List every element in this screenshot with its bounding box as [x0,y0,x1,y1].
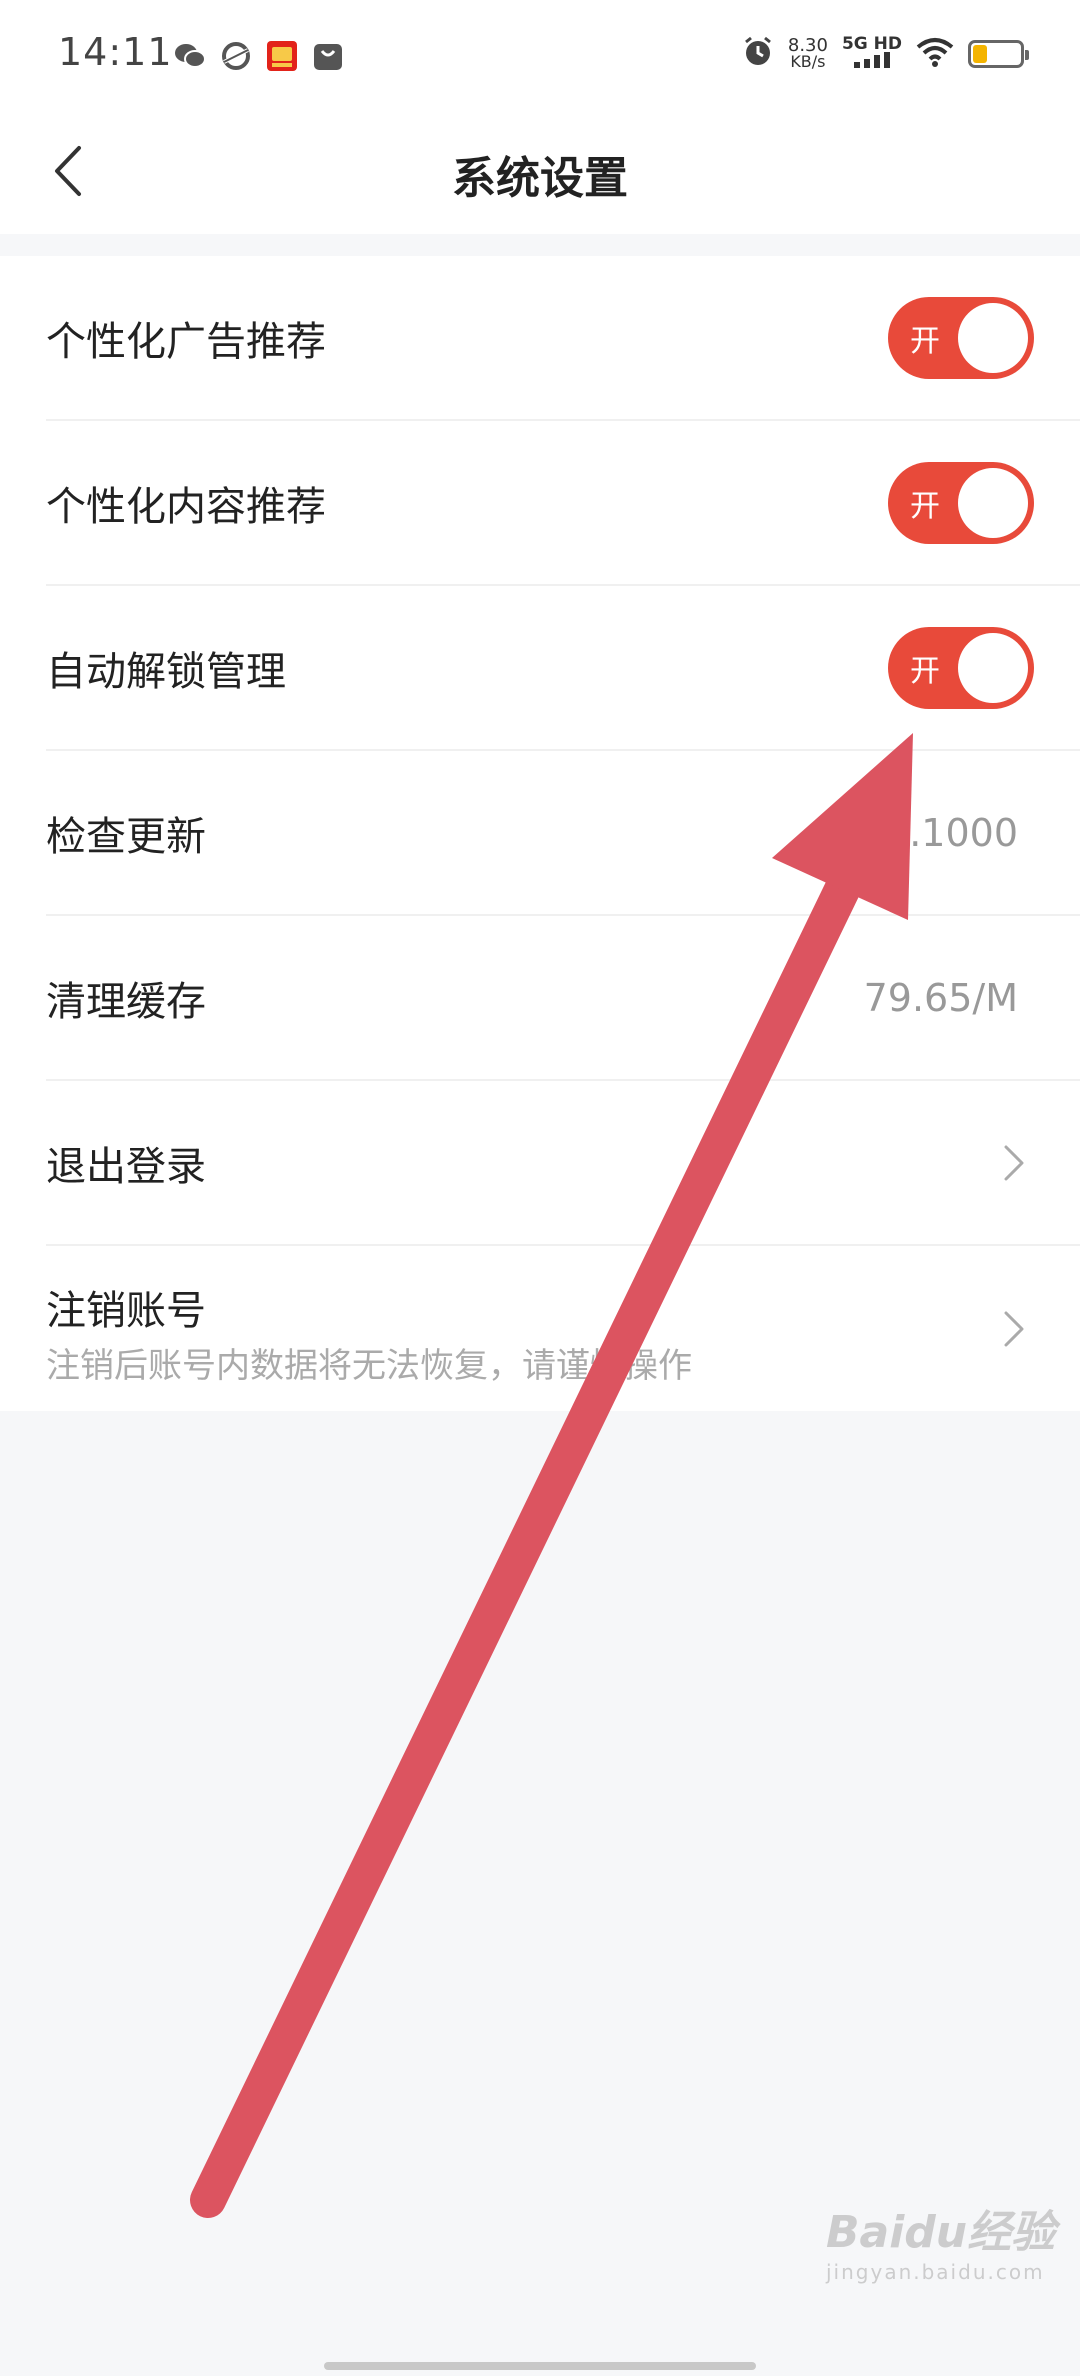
baidu-watermark: Baidu经验 jingyan.baidu.com [826,2196,1055,2284]
status-time: 14:11 [58,30,173,74]
setting-label: 自动解锁管理 [46,648,286,695]
setting-label: 个性化广告推荐 [46,318,326,365]
chevron-right-icon [1000,1309,1028,1349]
toggle-text: 开 [910,488,940,524]
watermark-main: Baidu经验 [826,2207,1056,2258]
alarm-icon [742,36,774,72]
signal-group: 5G HD [842,36,902,72]
setting-label: 个性化内容推荐 [46,483,326,530]
chevron-right-icon [1000,1143,1028,1183]
status-bar: 14:11 8.30 KB/s 5G HD [0,0,1080,112]
setting-logout[interactable]: 退出登录 [46,1081,1080,1246]
shopping-bag-icon [312,40,344,72]
wechat-icon [174,40,206,72]
setting-auto-unlock: 自动解锁管理 开 [46,586,1080,751]
watermark-sub: jingyan.baidu.com [826,2260,1045,2284]
network-type: 5G HD [841,34,902,54]
wifi-icon [916,37,954,71]
notification-icons [174,40,344,72]
auto-unlock-toggle[interactable]: 开 [888,626,1034,709]
page-title: 系统设置 [452,153,628,204]
content-recommend-toggle[interactable]: 开 [888,461,1034,544]
toggle-knob [958,302,1028,373]
browser-icon [220,40,252,72]
status-right: 8.30 KB/s 5G HD [742,36,1029,72]
setting-label: 检查更新 [46,813,206,860]
home-indicator[interactable] [324,2362,756,2370]
battery-icon [968,40,1029,68]
toggle-knob [958,632,1028,703]
signal-bars-icon [853,52,890,72]
settings-list: 个性化广告推荐 开 个性化内容推荐 开 自动解锁管理 开 检查更新 1.1000… [0,256,1080,1411]
setting-check-update[interactable]: 检查更新 1.1000 [46,751,1080,916]
setting-label: 注销账号 [46,1288,206,1334]
setting-delete-account[interactable]: 注销账号 注销后账号内数据将无法恢复，请谨慎操作 [46,1246,1080,1411]
setting-clear-cache[interactable]: 清理缓存 79.65/M [46,916,1080,1081]
net-speed-unit: KB/s [790,52,826,71]
taobao-icon [266,40,298,72]
setting-label: 清理缓存 [46,978,206,1025]
version-value: 1.1000 [885,810,1018,855]
net-speed: 8.30 KB/s [788,37,828,71]
toggle-text: 开 [910,323,940,359]
setting-subtitle: 注销后账号内数据将无法恢复，请谨慎操作 [46,1346,692,1386]
setting-ad-recommend: 个性化广告推荐 开 [46,256,1080,421]
setting-content-recommend: 个性化内容推荐 开 [46,421,1080,586]
cache-size-value: 79.65/M [863,975,1018,1020]
toggle-knob [958,467,1028,538]
setting-label: 退出登录 [46,1143,206,1190]
nav-bar: 系统设置 [0,112,1080,234]
battery-fill [973,45,987,63]
ad-recommend-toggle[interactable]: 开 [888,296,1034,379]
toggle-text: 开 [910,653,940,689]
